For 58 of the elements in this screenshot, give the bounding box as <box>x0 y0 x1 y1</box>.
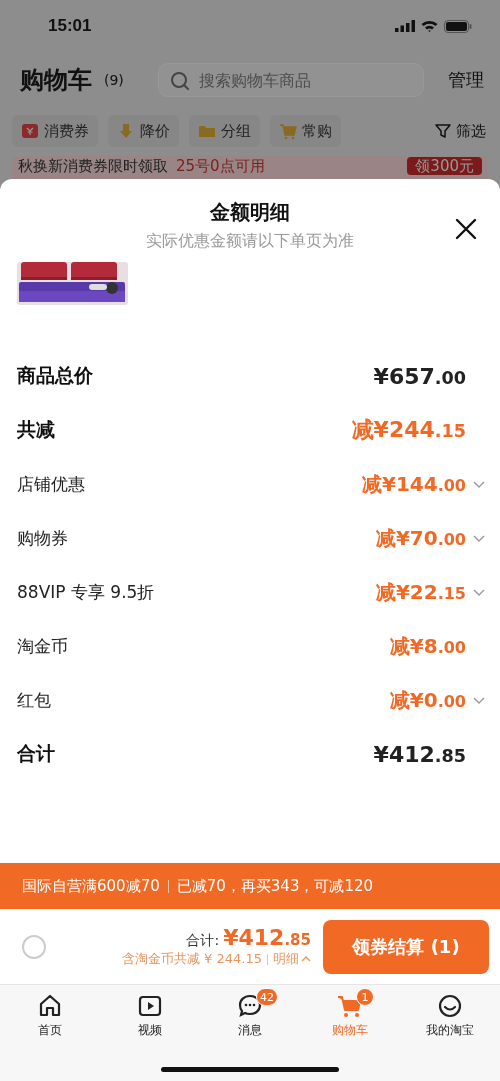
claim-button[interactable]: 领300元 <box>407 157 482 175</box>
item-count: (9) <box>104 72 124 88</box>
badge-count: 42 <box>256 988 278 1006</box>
banner-text: 秋换新消费券限时领取 <box>18 157 168 175</box>
row-amount: 减¥0.00 <box>389 686 466 714</box>
row-label: 店铺优惠 <box>17 472 85 496</box>
banner-highlight: 25号0点可用 <box>176 157 265 175</box>
row-label: 购物券 <box>17 526 68 550</box>
filter-chip[interactable]: 降价 <box>108 115 179 147</box>
select-all-radio[interactable] <box>22 934 46 959</box>
filter-chip[interactable]: 消费券 <box>12 115 98 147</box>
battery-icon <box>444 19 472 33</box>
row-amount: 减¥244.15 <box>351 416 466 444</box>
signal-icon <box>395 20 415 32</box>
row-amount: 减¥22.15 <box>375 578 466 606</box>
row-amount: ¥657.00 <box>373 363 466 389</box>
search-field[interactable]: 搜索购物车商品 <box>157 63 424 97</box>
tab-item[interactable]: 首页 <box>0 992 100 1042</box>
row-label: 红包 <box>17 688 51 712</box>
sheet-title: 金额明细 <box>210 199 290 226</box>
detail-link[interactable]: 明细 <box>273 950 311 968</box>
chevron-icon[interactable] <box>472 587 486 597</box>
row-amount: 减¥144.00 <box>362 470 466 498</box>
sheet-subtitle: 实际优惠金额请以下单页为准 <box>146 231 354 252</box>
row-amount: 减¥70.00 <box>375 524 466 552</box>
close-icon <box>454 217 478 241</box>
savings-text: 含淘金币共减 ¥ 244.15 <box>121 950 262 968</box>
row-label: 淘金币 <box>17 634 68 658</box>
tab-item[interactable]: 我的淘宝 <box>400 992 500 1042</box>
chevron-icon[interactable] <box>472 533 486 543</box>
tab-item[interactable]: 视频 <box>100 992 200 1042</box>
promo-rule: 国际自营满600减70 <box>22 876 160 896</box>
total-amount: ¥412.85 <box>223 925 311 950</box>
caret-icon <box>301 955 311 963</box>
coupon-icon <box>21 122 39 140</box>
wifi-icon <box>421 20 438 32</box>
down-arrow-icon <box>117 122 135 140</box>
filter-icon <box>435 123 451 139</box>
total-label: 合计: <box>186 932 220 950</box>
page-title: 购物车 <box>20 65 92 96</box>
basket-icon <box>279 122 297 140</box>
row-label: 商品总价 <box>17 363 93 388</box>
close-button[interactable] <box>454 217 478 241</box>
row-label: 88VIP 专享 9.5折 <box>17 580 155 604</box>
badge-count: 1 <box>356 988 374 1006</box>
manage-link[interactable]: 管理 <box>448 68 484 92</box>
filter-chip[interactable]: 常购 <box>270 115 341 147</box>
checkout-button[interactable]: 领券结算 (1) <box>323 919 489 974</box>
filter-chip[interactable]: 分组 <box>189 115 260 147</box>
smile-icon <box>436 992 464 1020</box>
chevron-icon[interactable] <box>472 695 486 705</box>
filter-button[interactable]: 筛选 <box>435 121 486 141</box>
chevron-icon[interactable] <box>472 479 486 489</box>
row-label: 共减 <box>17 417 55 442</box>
row-amount: 减¥8.00 <box>389 632 466 660</box>
status-time: 15:01 <box>48 16 92 36</box>
row-label: 合计 <box>17 741 55 766</box>
row-amount: ¥412.85 <box>373 741 466 767</box>
